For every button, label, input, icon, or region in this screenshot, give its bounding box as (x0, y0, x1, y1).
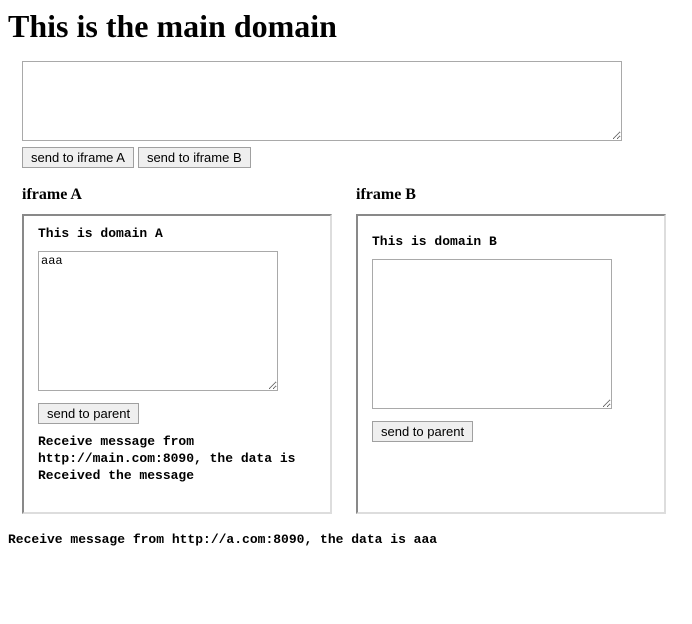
iframe-b-button-row: send to parent (372, 421, 654, 442)
iframe-a-textarea[interactable] (38, 251, 278, 391)
main-receive-text: Receive message from http://a.com:8090, … (8, 532, 684, 547)
send-to-iframe-a-button[interactable]: send to iframe A (22, 147, 134, 168)
iframe-a-send-to-parent-button[interactable]: send to parent (38, 403, 139, 424)
iframe-b-body: This is domain B send to parent (358, 216, 664, 462)
send-to-iframe-b-button[interactable]: send to iframe B (138, 147, 251, 168)
iframe-a-receive-text: Receive message from http://main.com:809… (38, 434, 320, 485)
iframes-row: iframe A This is domain A send to parent… (22, 174, 684, 514)
main-textarea[interactable] (22, 61, 622, 141)
iframe-b-domain-header: This is domain B (372, 234, 654, 249)
page-title: This is the main domain (8, 8, 684, 45)
iframe-b-title: iframe B (356, 186, 666, 204)
iframe-a-column: iframe A This is domain A send to parent… (22, 174, 332, 514)
iframe-b-column: iframe B This is domain B send to parent (356, 174, 666, 514)
iframe-a-body: This is domain A send to parent Receive … (24, 216, 330, 514)
iframe-a[interactable]: This is domain A send to parent Receive … (22, 214, 332, 514)
main-button-row: send to iframe A send to iframe B (22, 147, 684, 168)
iframe-b-textarea[interactable] (372, 259, 612, 409)
iframe-b-send-to-parent-button[interactable]: send to parent (372, 421, 473, 442)
iframe-a-button-row: send to parent (38, 403, 320, 424)
iframe-a-domain-header: This is domain A (38, 226, 320, 241)
iframe-a-title: iframe A (22, 186, 332, 204)
iframe-b[interactable]: This is domain B send to parent (356, 214, 666, 514)
